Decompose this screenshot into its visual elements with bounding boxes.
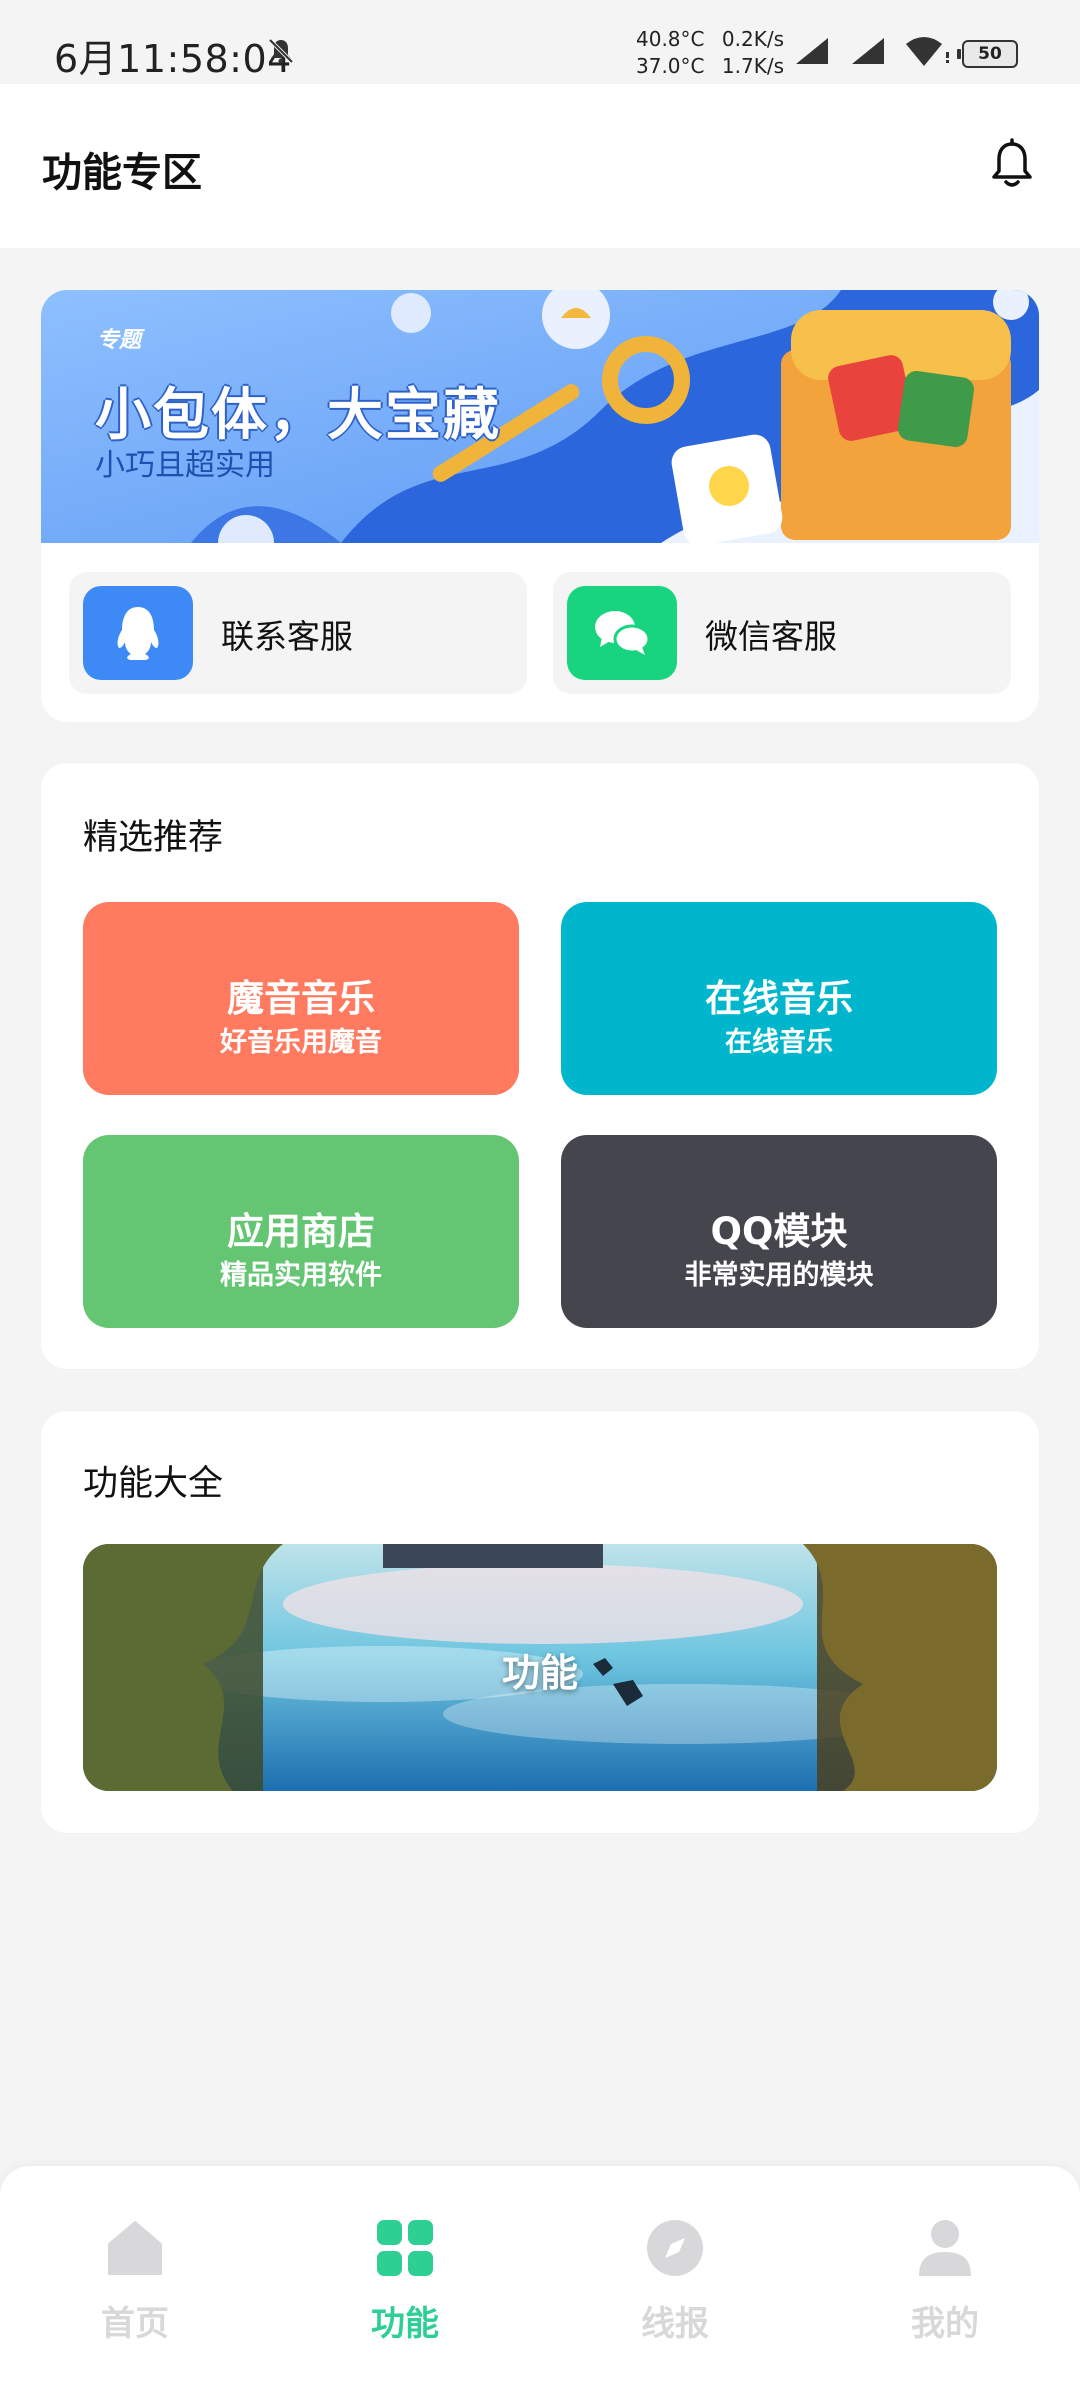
tile-subtitle: 好音乐用魔音: [220, 1027, 382, 1058]
download-speed: 1.7K/s: [721, 54, 784, 78]
tile-title: 魔音音乐: [227, 977, 375, 1020]
bottom-nav: 首页 功能 线报 我的: [0, 2166, 1080, 2400]
page-title: 功能专区: [42, 150, 202, 196]
tile-online-music[interactable]: 在线音乐 在线音乐: [561, 902, 997, 1095]
featured-card: 精选推荐 魔音音乐 好音乐用魔音 在线音乐 在线音乐 应用商店 精品实用软件 Q…: [41, 763, 1039, 1369]
wechat-support-button[interactable]: 微信客服: [553, 572, 1011, 694]
nav-label: 我的: [911, 2304, 979, 2344]
signal-icon: [796, 38, 828, 64]
nav-deals[interactable]: 线报: [585, 2218, 765, 2368]
mute-bell-icon: [268, 38, 294, 64]
tile-subtitle: 非常实用的模块: [684, 1260, 874, 1291]
nav-label: 首页: [101, 2304, 169, 2344]
functions-card: 功能大全 功能: [41, 1411, 1039, 1833]
wifi-icon: [906, 37, 949, 66]
cpu-temp: 40.8°C: [636, 27, 705, 51]
qq-penguin-icon: [83, 586, 193, 680]
banner-title: 小包体，大宝藏: [95, 383, 501, 448]
nav-home[interactable]: 首页: [45, 2218, 225, 2368]
app-header: 功能专区: [0, 84, 1080, 248]
promo-card: 专题 小包体，大宝藏 小巧且超实用 联系客服 微信客服: [41, 290, 1039, 722]
wechat-icon: [567, 586, 677, 680]
user-icon: [919, 2220, 971, 2276]
tile-title: 在线音乐: [705, 977, 853, 1020]
battery-icon: 50: [957, 40, 1018, 68]
tile-title: QQ模块: [710, 1210, 848, 1253]
tile-moyin-music[interactable]: 魔音音乐 好音乐用魔音: [83, 902, 519, 1095]
contact-support-label: 联系客服: [221, 617, 353, 656]
featured-title: 精选推荐: [83, 818, 224, 858]
grid-icon: [377, 2220, 433, 2276]
status-bar: 6月11:58:04 40.8°C 0.2K/s 37.0°C 1.7K/s 50: [0, 0, 1080, 84]
banner-tag: 专题: [97, 328, 142, 353]
network-stats: 40.8°C 0.2K/s 37.0°C 1.7K/s: [636, 26, 784, 80]
functions-title: 功能大全: [83, 1464, 224, 1504]
functions-banner-label: 功能: [501, 1651, 578, 1695]
upload-speed: 0.2K/s: [721, 27, 784, 51]
promo-banner[interactable]: 专题 小包体，大宝藏 小巧且超实用: [41, 290, 1039, 543]
status-time: 6月11:58:04: [54, 37, 292, 81]
nav-label: 线报: [641, 2304, 709, 2344]
functions-banner[interactable]: 功能: [83, 1544, 997, 1791]
battery-temp: 37.0°C: [636, 54, 705, 78]
banner-subtitle: 小巧且超实用: [95, 448, 275, 483]
home-icon: [108, 2221, 162, 2275]
tile-qq-module[interactable]: QQ模块 非常实用的模块: [561, 1135, 997, 1328]
wechat-support-label: 微信客服: [705, 617, 837, 656]
nav-profile[interactable]: 我的: [855, 2218, 1035, 2368]
compass-icon: [647, 2220, 703, 2276]
nav-label: 功能: [371, 2304, 439, 2344]
tile-app-store[interactable]: 应用商店 精品实用软件: [83, 1135, 519, 1328]
tile-title: 应用商店: [227, 1210, 375, 1253]
contact-support-button[interactable]: 联系客服: [69, 572, 527, 694]
bell-icon[interactable]: [990, 138, 1034, 190]
signal-icon: [852, 38, 884, 64]
tile-subtitle: 精品实用软件: [220, 1260, 382, 1291]
tile-subtitle: 在线音乐: [725, 1027, 833, 1058]
nav-functions[interactable]: 功能: [315, 2218, 495, 2368]
